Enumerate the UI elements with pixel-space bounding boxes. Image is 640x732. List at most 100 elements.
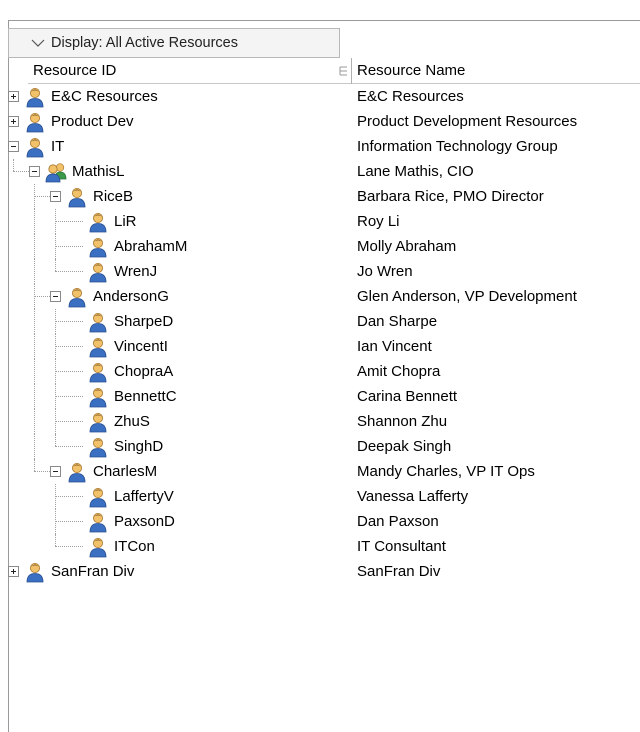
person-icon: [87, 536, 109, 558]
tree-row[interactable]: PaxsonD Dan Paxson: [28, 509, 640, 534]
resource-id-cell: ITCon: [114, 538, 155, 555]
resource-id-cell: Product Dev: [51, 113, 134, 130]
resource-id-cell: BennettC: [114, 388, 177, 405]
tree-row[interactable]: WrenJ Jo Wren: [28, 259, 640, 284]
resource-id-cell: PaxsonD: [114, 513, 175, 530]
tree-connector: [55, 321, 83, 322]
tree-connector: [55, 246, 83, 247]
resource-name-header-label: Resource Name: [357, 62, 466, 79]
resource-id-cell: ZhuS: [114, 413, 150, 430]
resource-name-cell: Vanessa Lafferty: [357, 488, 469, 505]
resource-id-cell: SanFran Div: [51, 563, 135, 580]
tree-connector: [55, 446, 83, 447]
person-icon: [24, 136, 46, 158]
tree-connector: [55, 484, 56, 509]
tree-row[interactable]: Product Dev Product Development Resources: [8, 109, 640, 134]
person-icon: [87, 236, 109, 258]
resource-name-cell: Glen Anderson, VP Development: [357, 288, 577, 305]
tree-row[interactable]: ITCon IT Consultant: [28, 534, 640, 559]
tree-row[interactable]: LaffertyV Vanessa Lafferty: [28, 484, 640, 509]
group-icon: [45, 161, 67, 183]
tree-row[interactable]: AbrahamM Molly Abraham: [28, 234, 640, 259]
person-icon: [87, 511, 109, 533]
collapse-icon[interactable]: [29, 166, 40, 177]
tree-connector: [34, 471, 50, 472]
tree-connector: [34, 359, 35, 384]
tree-row[interactable]: SinghD Deepak Singh: [28, 434, 640, 459]
resource-name-cell: Molly Abraham: [357, 238, 457, 255]
resource-id-cell: CharlesM: [93, 463, 158, 480]
chevron-down-icon: [31, 39, 45, 47]
tree-row[interactable]: RiceB Barbara Rice, PMO Director: [28, 184, 640, 209]
resource-id-cell: AndersonG: [93, 288, 169, 305]
tree-connector: [55, 259, 56, 271]
tree-row[interactable]: AndersonG Glen Anderson, VP Development: [28, 284, 640, 309]
resource-tree: E&C Resources E&C Resources Product Dev Pro…: [8, 84, 640, 584]
tree-connector: [55, 409, 56, 434]
tree-connector: [55, 509, 56, 534]
tree-connector: [34, 459, 35, 471]
expand-icon[interactable]: [8, 91, 19, 102]
person-icon: [24, 561, 46, 583]
collapse-icon[interactable]: [8, 141, 19, 152]
resource-name-cell: Dan Sharpe: [357, 313, 438, 330]
tree-row[interactable]: SanFran Div SanFran Div: [8, 559, 640, 584]
tree-connector: [55, 346, 83, 347]
person-icon: [87, 436, 109, 458]
tree-connector: [55, 521, 83, 522]
resource-id-cell: WrenJ: [114, 263, 158, 280]
tree-row[interactable]: VincentI Ian Vincent: [28, 334, 640, 359]
collapse-icon[interactable]: [50, 466, 61, 477]
tree-row[interactable]: ZhuS Shannon Zhu: [28, 409, 640, 434]
display-filter-label: Display: All Active Resources: [51, 35, 238, 51]
tree-connector: [34, 196, 50, 197]
resource-name-cell: Information Technology Group: [357, 138, 558, 155]
resource-id-cell: RiceB: [93, 188, 134, 205]
tree-row[interactable]: ChopraA Amit Chopra: [28, 359, 640, 384]
resource-name-cell: SanFran Div: [357, 563, 441, 580]
resource-id-column-header[interactable]: Resource ID: [28, 58, 352, 84]
resource-id-cell: ChopraA: [114, 363, 174, 380]
expand-icon[interactable]: [8, 566, 19, 577]
tree-connector: [55, 209, 56, 234]
resource-name-column-header[interactable]: Resource Name: [352, 58, 640, 84]
resource-name-cell: Mandy Charles, VP IT Ops: [357, 463, 535, 480]
resource-id-cell: LaffertyV: [114, 488, 174, 505]
column-grip-icon[interactable]: [338, 65, 348, 77]
tree-connector: [55, 384, 56, 409]
tree-connector: [55, 371, 83, 372]
tree-row[interactable]: E&C Resources E&C Resources: [8, 84, 640, 109]
resource-name-cell: Lane Mathis, CIO: [357, 163, 474, 180]
person-icon: [87, 386, 109, 408]
person-icon: [66, 186, 88, 208]
tree-connector: [34, 384, 35, 409]
person-icon: [87, 211, 109, 233]
tree-row[interactable]: CharlesM Mandy Charles, VP IT Ops: [28, 459, 640, 484]
tree-row[interactable]: SharpeD Dan Sharpe: [28, 309, 640, 334]
tree-row[interactable]: BennettC Carina Bennett: [28, 384, 640, 409]
tree-row[interactable]: LiR Roy Li: [28, 209, 640, 234]
person-icon: [24, 86, 46, 108]
resource-id-header-label: Resource ID: [33, 62, 117, 79]
tree-connector: [34, 184, 35, 209]
tree-connector: [34, 334, 35, 359]
tree-connector: [55, 271, 83, 272]
resource-name-cell: Jo Wren: [357, 263, 413, 280]
tree-row[interactable]: IT Information Technology Group: [8, 134, 640, 159]
collapse-icon[interactable]: [50, 191, 61, 202]
tree-connector: [55, 309, 56, 334]
resource-name-cell: Shannon Zhu: [357, 413, 448, 430]
resource-id-cell: AbrahamM: [114, 238, 188, 255]
tree-connector: [55, 396, 83, 397]
tree-connector: [13, 171, 29, 172]
tree-row[interactable]: MathisL Lane Mathis, CIO: [13, 159, 640, 184]
person-icon: [87, 261, 109, 283]
tree-connector: [55, 496, 83, 497]
display-filter-dropdown[interactable]: Display: All Active Resources: [8, 28, 340, 58]
tree-connector: [34, 284, 35, 309]
resource-id-cell: SinghD: [114, 438, 164, 455]
collapse-icon[interactable]: [50, 291, 61, 302]
expand-icon[interactable]: [8, 116, 19, 127]
resource-name-cell: Product Development Resources: [357, 113, 578, 130]
person-icon: [87, 336, 109, 358]
